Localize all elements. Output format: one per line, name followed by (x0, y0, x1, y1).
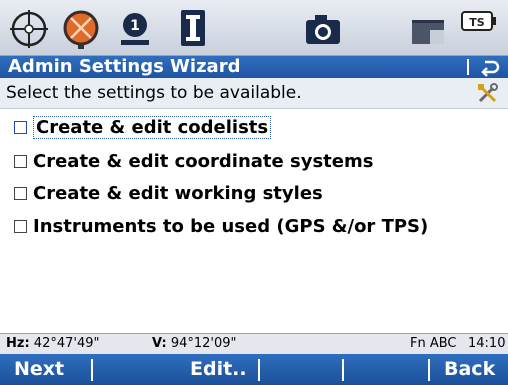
setting-label: Instruments to be used (GPS &/or TPS) (33, 215, 429, 237)
v-label: V: (152, 336, 167, 351)
prism-icon[interactable] (58, 6, 104, 50)
ts-instrument-icon[interactable]: TS (456, 6, 502, 50)
text-cursor-icon[interactable] (170, 6, 216, 50)
title-separator (467, 59, 469, 75)
setting-create-edit-codelists[interactable]: Create & edit codelists (8, 112, 498, 142)
instruction-row: Select the settings to be available. (0, 78, 508, 109)
crosshair-target-icon[interactable] (6, 6, 52, 50)
hz-label: Hz: (6, 336, 30, 351)
ts-label: TS (469, 16, 485, 29)
v-readout: V: 94°12'09" (152, 334, 237, 354)
back-button[interactable]: Back (444, 354, 495, 385)
status-bar: Hz: 42°47'49" V: 94°12'09" Fn ABC 14:10 (0, 333, 508, 354)
next-button[interactable]: Next (14, 354, 64, 385)
hz-readout: Hz: 42°47'49" (6, 334, 99, 354)
title-bar: Admin Settings Wizard (0, 56, 508, 78)
setting-create-edit-coordinate-systems[interactable]: Create & edit coordinate systems (8, 146, 498, 176)
setting-checkbox[interactable] (14, 120, 27, 134)
instruction-text: Select the settings to be available. (6, 83, 302, 103)
input-mode: Fn ABC (410, 336, 457, 351)
back-return-icon[interactable] (478, 57, 502, 77)
top-icon-bar: 1 TS (0, 0, 508, 56)
v-value: 94°12'09" (170, 336, 237, 351)
setting-instruments-to-be-used[interactable]: Instruments to be used (GPS &/or TPS) (8, 211, 498, 241)
pin-number: 1 (130, 18, 140, 34)
numbered-pin-icon[interactable]: 1 (112, 6, 158, 50)
edit-button[interactable]: Edit.. (190, 354, 247, 385)
setting-label: Create & edit working styles (33, 182, 323, 204)
softkey-separator (342, 359, 344, 381)
clock-time: 14:10 (468, 336, 506, 351)
hz-value: 42°47'49" (33, 336, 100, 351)
setting-label: Create & edit codelists (33, 115, 272, 139)
softkey-separator (91, 359, 93, 381)
camera-icon[interactable] (300, 6, 346, 50)
softkey-bar: Next Edit.. Back (0, 354, 508, 385)
setting-label: Create & edit coordinate systems (33, 150, 374, 172)
page-title: Admin Settings Wizard (8, 56, 241, 77)
softkey-separator (258, 359, 260, 381)
softkey-separator (428, 359, 430, 381)
setting-checkbox[interactable] (14, 154, 27, 168)
setting-checkbox[interactable] (14, 186, 27, 200)
tools-icon[interactable] (476, 82, 500, 104)
memory-card-icon[interactable] (406, 6, 452, 50)
setting-checkbox[interactable] (14, 219, 27, 233)
setting-create-edit-working-styles[interactable]: Create & edit working styles (8, 178, 498, 208)
